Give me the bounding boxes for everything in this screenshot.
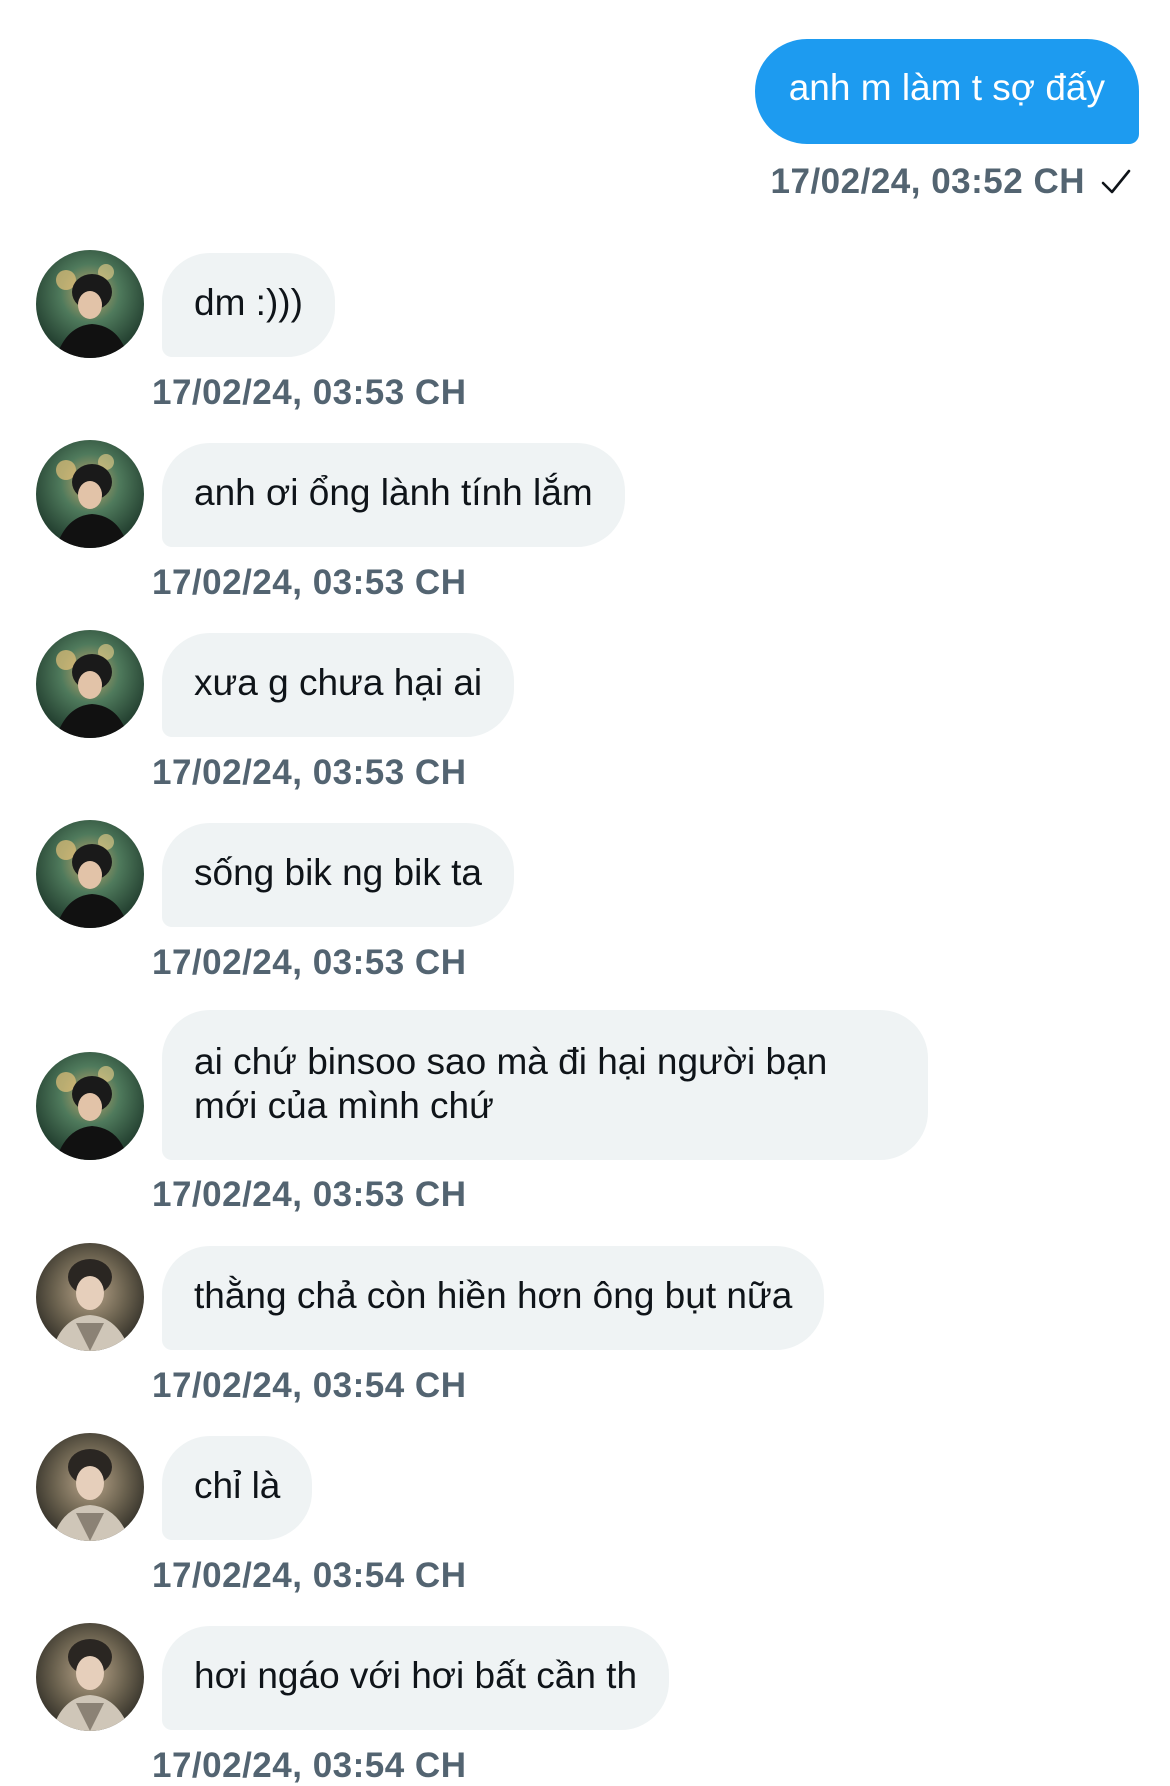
conversation-view: anh m làm t sợ đấy 17/02/24, 03:52 CH dm… (0, 0, 1170, 1785)
message-bubble[interactable]: anh ơi ổng lành tính lắm (162, 443, 625, 547)
message-bubble[interactable]: dm :))) (162, 253, 335, 357)
message-timestamp: 17/02/24, 03:54 CH (152, 1746, 467, 1785)
check-icon (1099, 165, 1133, 199)
avatar[interactable] (36, 630, 144, 738)
message-timestamp: 17/02/24, 03:54 CH (152, 1556, 467, 1595)
message-timestamp: 17/02/24, 03:53 CH (152, 753, 467, 792)
message-bubble[interactable]: ai chứ binsoo sao mà đi hại người bạn mớ… (162, 1010, 928, 1160)
message-bubble[interactable]: thằng chả còn hiền hơn ông bụt nữa (162, 1246, 825, 1350)
avatar[interactable] (36, 1052, 144, 1160)
message-bubble[interactable]: hơi ngáo với hơi bất cần th (162, 1626, 670, 1730)
message-bubble[interactable]: chỉ là (162, 1436, 313, 1540)
avatar[interactable] (36, 440, 144, 548)
message-timestamp: 17/02/24, 03:52 CH (770, 162, 1085, 201)
message-timestamp: 17/02/24, 03:54 CH (152, 1366, 467, 1405)
message-bubble[interactable]: sống bik ng bik ta (162, 823, 514, 927)
avatar[interactable] (36, 1433, 144, 1541)
sent-message: anh m làm t sợ đấy 17/02/24, 03:52 CH (754, 39, 1139, 202)
sent-message-bubble[interactable]: anh m làm t sợ đấy (754, 39, 1139, 144)
avatar[interactable] (36, 250, 144, 358)
message-bubble[interactable]: xưa g chưa hại ai (162, 633, 515, 737)
avatar[interactable] (36, 1623, 144, 1731)
avatar[interactable] (36, 820, 144, 928)
message-timestamp: 17/02/24, 03:53 CH (152, 1175, 467, 1214)
avatar[interactable] (36, 1243, 144, 1351)
message-timestamp: 17/02/24, 03:53 CH (152, 373, 467, 412)
message-timestamp: 17/02/24, 03:53 CH (152, 943, 467, 982)
message-timestamp: 17/02/24, 03:53 CH (152, 563, 467, 602)
sent-message-meta: 17/02/24, 03:52 CH (755, 162, 1133, 202)
